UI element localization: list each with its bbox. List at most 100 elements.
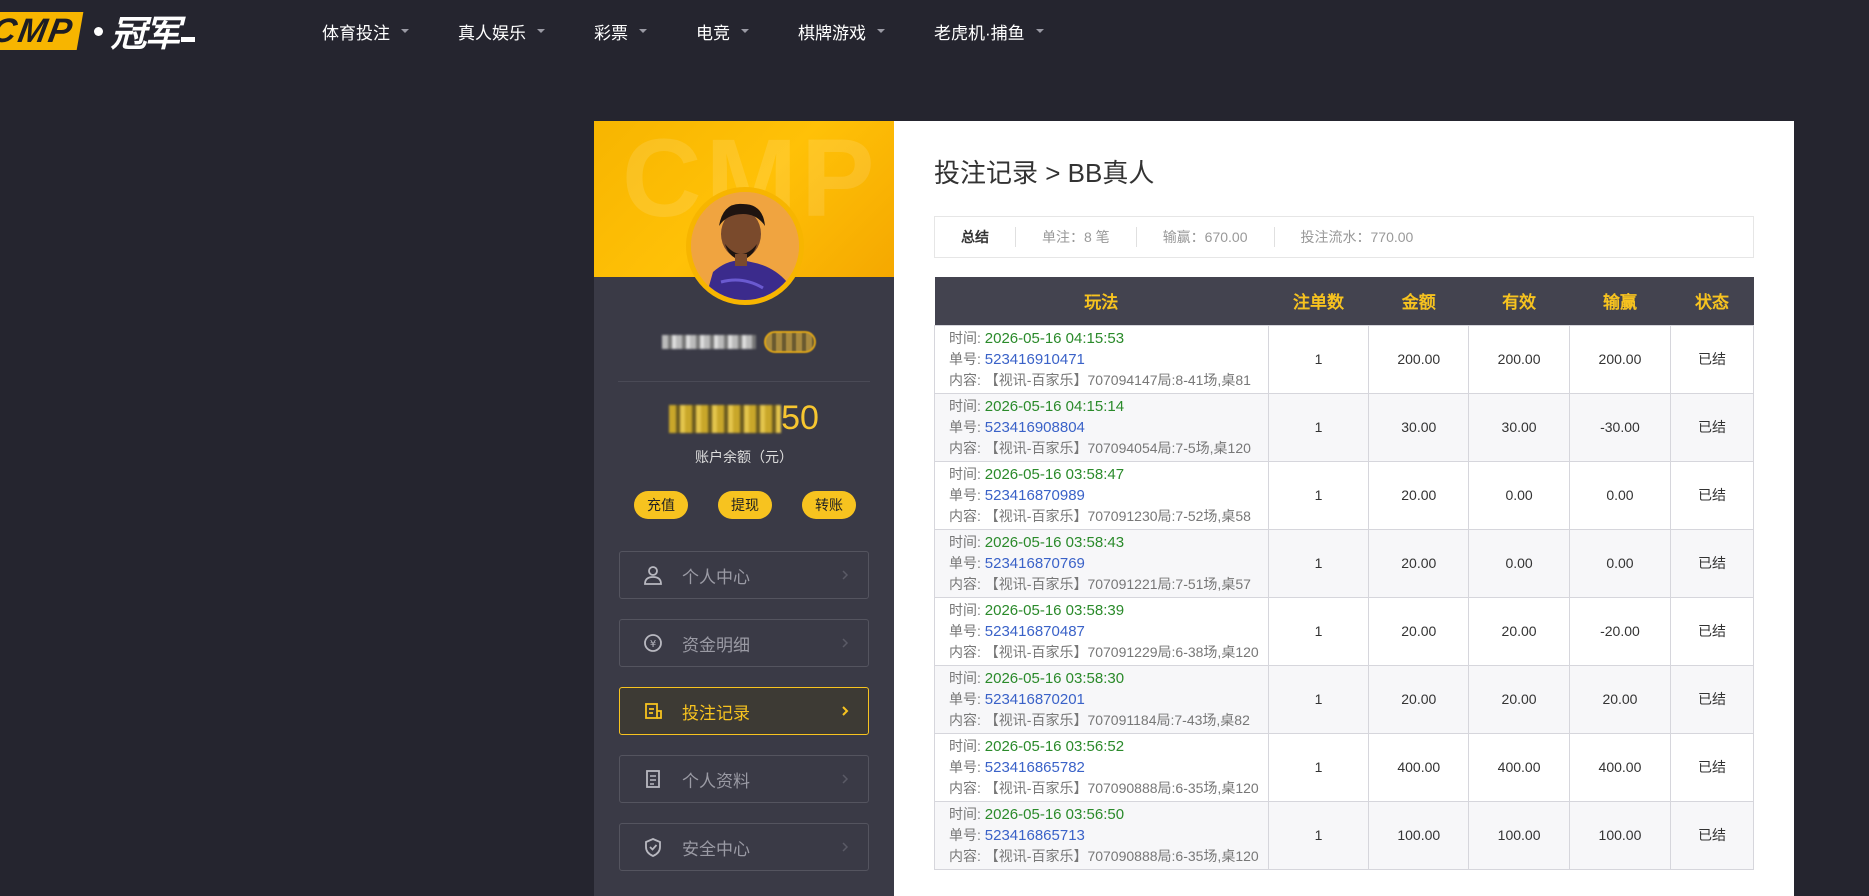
bet-content: 【视讯-百家乐】707091221局:7-51场,桌57 — [984, 575, 1251, 592]
bet-amount: 400.00 — [1368, 732, 1470, 802]
time-label: 时间: — [949, 329, 981, 346]
bet-time: 2026-05-16 04:15:53 — [984, 329, 1125, 347]
menu-label: 个人中心 — [682, 567, 750, 587]
bet-content-line: 内容: 【视讯-百家乐】707094054局:7-5场,桌120 — [949, 438, 1268, 459]
bet-winloss: 0.00 — [1569, 528, 1671, 598]
bet-order-number[interactable]: 523416865713 — [985, 827, 1085, 844]
bet-status: 已结 — [1669, 596, 1755, 666]
bet-info-cell: 时间: 2026-05-16 04:15:14 单号: 523416908804 内… — [934, 392, 1269, 462]
account-card: CMP 50 账户余额（元） 充值 提现 转账 个人中心 ¥ 资金明细 投注记录… — [594, 121, 1794, 896]
nav-lottery[interactable]: 彩票 — [594, 18, 648, 44]
bet-time-line: 时间: 2026-05-16 03:58:47 — [949, 464, 1268, 485]
bet-time-line: 时间: 2026-05-16 03:58:39 — [949, 600, 1268, 621]
shield-icon — [642, 836, 664, 858]
withdraw-button[interactable]: 提现 — [718, 491, 772, 519]
bet-winloss: 0.00 — [1569, 460, 1671, 530]
col-header-count: 注单数 — [1268, 277, 1369, 325]
bet-order-line: 单号: 523416865713 — [949, 825, 1268, 846]
bet-count: 1 — [1267, 392, 1370, 462]
bet-order-number[interactable]: 523416908804 — [985, 419, 1085, 436]
order-label: 单号: — [949, 690, 981, 707]
chevron-down-icon — [638, 26, 648, 36]
bet-amount: 200.00 — [1368, 324, 1470, 394]
col-header-valid: 有效 — [1468, 277, 1570, 325]
order-label: 单号: — [949, 486, 981, 503]
nav-slots-fishing[interactable]: 老虎机·捕鱼 — [934, 18, 1045, 44]
bet-info-cell: 时间: 2026-05-16 03:56:50 单号: 523416865713 内… — [934, 800, 1269, 870]
deposit-button[interactable]: 充值 — [634, 491, 688, 519]
chevron-right-icon — [840, 566, 850, 584]
bet-winloss: -20.00 — [1569, 596, 1671, 666]
bet-order-line: 单号: 523416870769 — [949, 553, 1268, 574]
chevron-down-icon — [1035, 26, 1045, 36]
bet-status: 已结 — [1669, 800, 1755, 870]
bet-amount: 20.00 — [1368, 664, 1470, 734]
summary-label: 总结 — [961, 229, 989, 245]
table-row: 时间: 2026-05-16 03:58:39 单号: 523416870487 内… — [934, 596, 1755, 666]
time-label: 时间: — [949, 805, 981, 822]
bet-content-line: 内容: 【视讯-百家乐】707090888局:6-35场,桌120 — [949, 778, 1268, 799]
page-title: 投注记录 > BB真人 — [934, 158, 1155, 188]
nav-card-games[interactable]: 棋牌游戏 — [798, 18, 886, 44]
bet-order-number[interactable]: 523416870769 — [985, 555, 1085, 572]
bet-info-cell: 时间: 2026-05-16 03:58:47 单号: 523416870989 内… — [934, 460, 1269, 530]
bet-order-number[interactable]: 523416910471 — [985, 351, 1085, 368]
menu-item-bet-records[interactable]: 投注记录 — [619, 687, 869, 735]
chevron-right-icon — [840, 838, 850, 856]
time-label: 时间: — [949, 601, 981, 618]
bet-content-line: 内容: 【视讯-百家乐】707091229局:6-38场,桌120 — [949, 642, 1268, 663]
bet-winloss: 100.00 — [1569, 800, 1671, 870]
content-label: 内容: — [949, 507, 981, 524]
bet-winloss: 200.00 — [1569, 324, 1671, 394]
col-header-amount: 金额 — [1368, 277, 1469, 325]
bet-content: 【视讯-百家乐】707091184局:7-43场,桌82 — [984, 711, 1250, 728]
menu-label: 资金明细 — [682, 635, 750, 655]
menu-item-fund-details[interactable]: ¥ 资金明细 — [619, 619, 869, 667]
wallet-actions: 充值 提现 转账 — [634, 491, 856, 519]
bet-winloss: 20.00 — [1569, 664, 1671, 734]
transfer-button[interactable]: 转账 — [802, 491, 856, 519]
bet-valid: 0.00 — [1468, 460, 1571, 530]
bet-count: 1 — [1267, 732, 1370, 802]
bet-order-line: 单号: 523416870201 — [949, 689, 1268, 710]
bet-order-line: 单号: 523416865782 — [949, 757, 1268, 778]
vip-badge — [764, 331, 816, 353]
logo-mark — [180, 36, 195, 42]
bet-info-cell: 时间: 2026-05-16 03:58:30 单号: 523416870201 内… — [934, 664, 1269, 734]
menu-item-profile[interactable]: 个人资料 — [619, 755, 869, 803]
nav-label: 彩票 — [594, 23, 628, 43]
masked-balance — [669, 404, 782, 433]
logo-text: CMP — [0, 12, 83, 50]
order-label: 单号: — [949, 350, 981, 367]
bet-status: 已结 — [1669, 528, 1755, 598]
bet-order-line: 单号: 523416908804 — [949, 417, 1268, 438]
bet-order-number[interactable]: 523416870201 — [985, 691, 1085, 708]
table-row: 时间: 2026-05-16 03:58:43 单号: 523416870769 内… — [934, 528, 1755, 598]
bet-order-number[interactable]: 523416870989 — [985, 487, 1085, 504]
bet-content-line: 内容: 【视讯-百家乐】707091184局:7-43场,桌82 — [949, 710, 1268, 731]
nav-label: 真人娱乐 — [458, 23, 526, 43]
menu-item-personal-center[interactable]: 个人中心 — [619, 551, 869, 599]
bet-count: 1 — [1267, 324, 1370, 394]
bet-order-number[interactable]: 523416865782 — [985, 759, 1085, 776]
bet-time: 2026-05-16 03:58:30 — [984, 669, 1125, 687]
menu-item-security[interactable]: 安全中心 — [619, 823, 869, 871]
main-nav: 体育投注 真人娱乐 彩票 电竞 棋牌游戏 老虎机·捕鱼 — [322, 18, 1093, 44]
content-label: 内容: — [949, 779, 981, 796]
nav-live-casino[interactable]: 真人娱乐 — [458, 18, 546, 44]
bet-content: 【视讯-百家乐】707091230局:7-52场,桌58 — [984, 507, 1251, 524]
bet-order-number[interactable]: 523416870487 — [985, 623, 1085, 640]
nav-esports[interactable]: 电竞 — [696, 18, 750, 44]
bet-time-line: 时间: 2026-05-16 04:15:53 — [949, 328, 1268, 349]
username-masked — [662, 331, 826, 353]
bet-content: 【视讯-百家乐】707094147局:8-41场,桌81 — [984, 371, 1251, 388]
site-logo[interactable]: CMP 冠军 — [0, 12, 195, 54]
bet-content-line: 内容: 【视讯-百家乐】707091221局:7-51场,桌57 — [949, 574, 1268, 595]
nav-sports[interactable]: 体育投注 — [322, 18, 410, 44]
table-row: 时间: 2026-05-16 03:58:47 单号: 523416870989 内… — [934, 460, 1755, 530]
bet-records-table: 玩法 注单数 金额 有效 输赢 状态 时间: 2026-05-16 04:15:… — [934, 277, 1755, 870]
content-label: 内容: — [949, 439, 981, 456]
avatar[interactable] — [686, 187, 804, 305]
bet-winloss: -30.00 — [1569, 392, 1671, 462]
chevron-down-icon — [740, 26, 750, 36]
